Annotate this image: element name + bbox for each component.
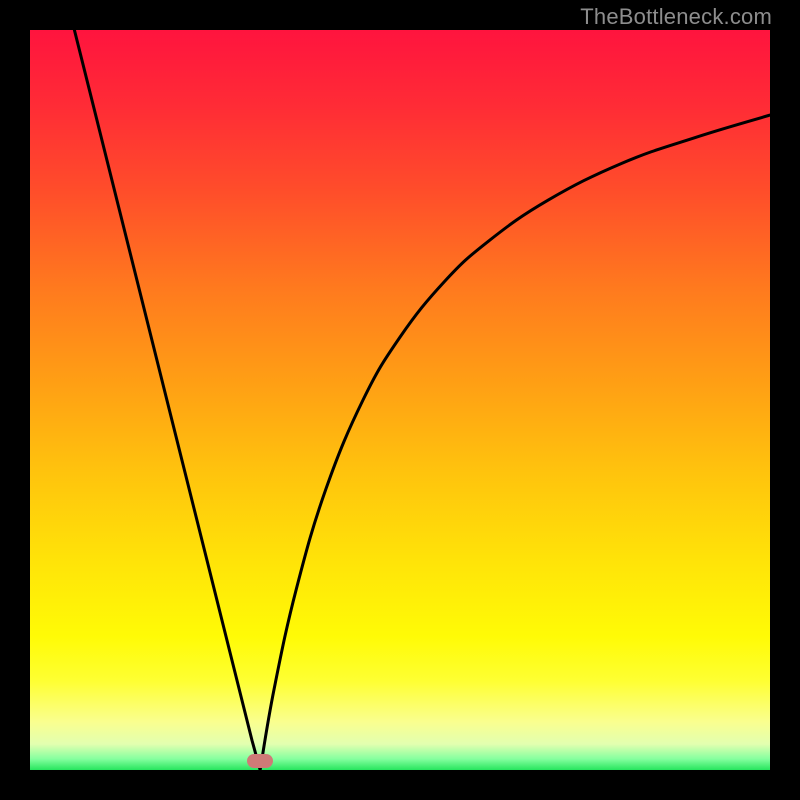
bottleneck-curve: [74, 30, 770, 770]
chart-frame: TheBottleneck.com: [0, 0, 800, 800]
optimum-marker: [247, 754, 273, 768]
curve-layer: [30, 30, 770, 770]
plot-area: [30, 30, 770, 770]
watermark-text: TheBottleneck.com: [580, 4, 772, 30]
